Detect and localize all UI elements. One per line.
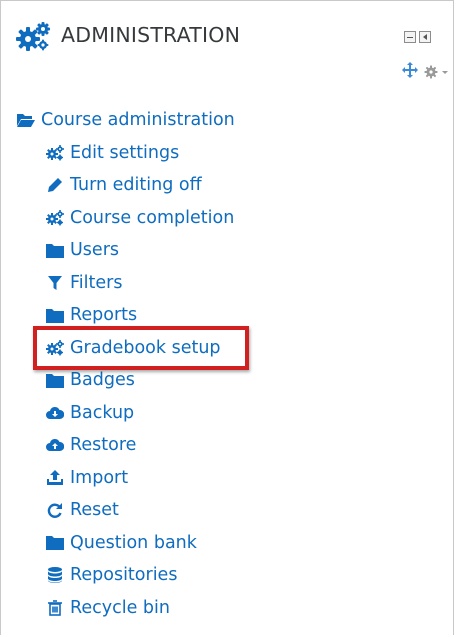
tree-item-label: Reset [70,500,119,520]
tree-item-badges[interactable]: Badges [46,367,135,393]
tree-item-reports[interactable]: Reports [46,302,137,328]
tree-item-label: Badges [70,370,135,390]
folder-icon [46,241,64,259]
tree-item-label: Course completion [70,207,235,228]
folder-icon [46,371,64,389]
minimize-icon[interactable] [404,31,416,43]
gears-icon [46,339,64,357]
tree-item-turn-editing-off[interactable]: Turn editing off [46,172,202,198]
filter-icon [46,274,64,292]
tree-item-label: Recycle bin [70,597,170,618]
tree-item-label: Edit settings [70,142,180,163]
tree-item-question-bank[interactable]: Question bank [46,530,197,556]
tree-item-label: Reports [70,305,138,325]
tree-root-label: Course administration [41,110,235,130]
tree-item-label: Filters [70,272,123,293]
move-icon[interactable] [402,62,418,78]
folder-icon [46,306,64,324]
tree-item-import[interactable]: Import [46,465,128,491]
folder-icon [46,534,64,552]
cog-menu-icon[interactable] [424,64,450,79]
folder-open-icon [17,111,35,129]
tree-item-label: Question bank [70,532,197,553]
upload-icon [46,469,64,487]
tree-item-label: Gradebook setup [70,337,221,358]
tree-item-gradebook-setup[interactable]: Gradebook setup [46,335,221,361]
refresh-icon [46,501,64,519]
tree-item-repositories[interactable]: Repositories [46,562,177,588]
tree-item-recycle-bin[interactable]: Recycle bin [46,595,170,621]
cloud-download-icon [46,404,64,422]
gears-icon [46,209,64,227]
tree-item-reset[interactable]: Reset [46,497,119,523]
dock-icon[interactable] [419,31,431,43]
tree-item-edit-settings[interactable]: Edit settings [46,140,179,166]
tree-item-label: Repositories [70,565,178,585]
trash-icon [46,599,64,617]
gears-icon [46,144,64,162]
block-title: ADMINISTRATION [61,23,241,47]
gears-icon [16,21,52,51]
tree-item-filters[interactable]: Filters [46,270,122,296]
cloud-upload-icon [46,436,64,454]
tree-item-users[interactable]: Users [46,237,119,263]
administration-block: ADMINISTRATION Course administration Edi… [0,0,454,635]
database-icon [46,566,64,584]
tree-item-label: Backup [70,402,135,423]
tree-root-course-administration[interactable]: Course administration [17,107,235,133]
tree-item-backup[interactable]: Backup [46,400,134,426]
tree-item-label: Turn editing off [70,175,202,195]
pencil-icon [46,176,64,194]
tree-item-label: Import [70,467,129,488]
tree-item-restore[interactable]: Restore [46,432,136,458]
tree-item-label: Restore [70,435,137,455]
tree-item-label: Users [70,240,120,260]
tree-item-course-completion[interactable]: Course completion [46,205,234,231]
block-header: ADMINISTRATION [1,1,453,97]
